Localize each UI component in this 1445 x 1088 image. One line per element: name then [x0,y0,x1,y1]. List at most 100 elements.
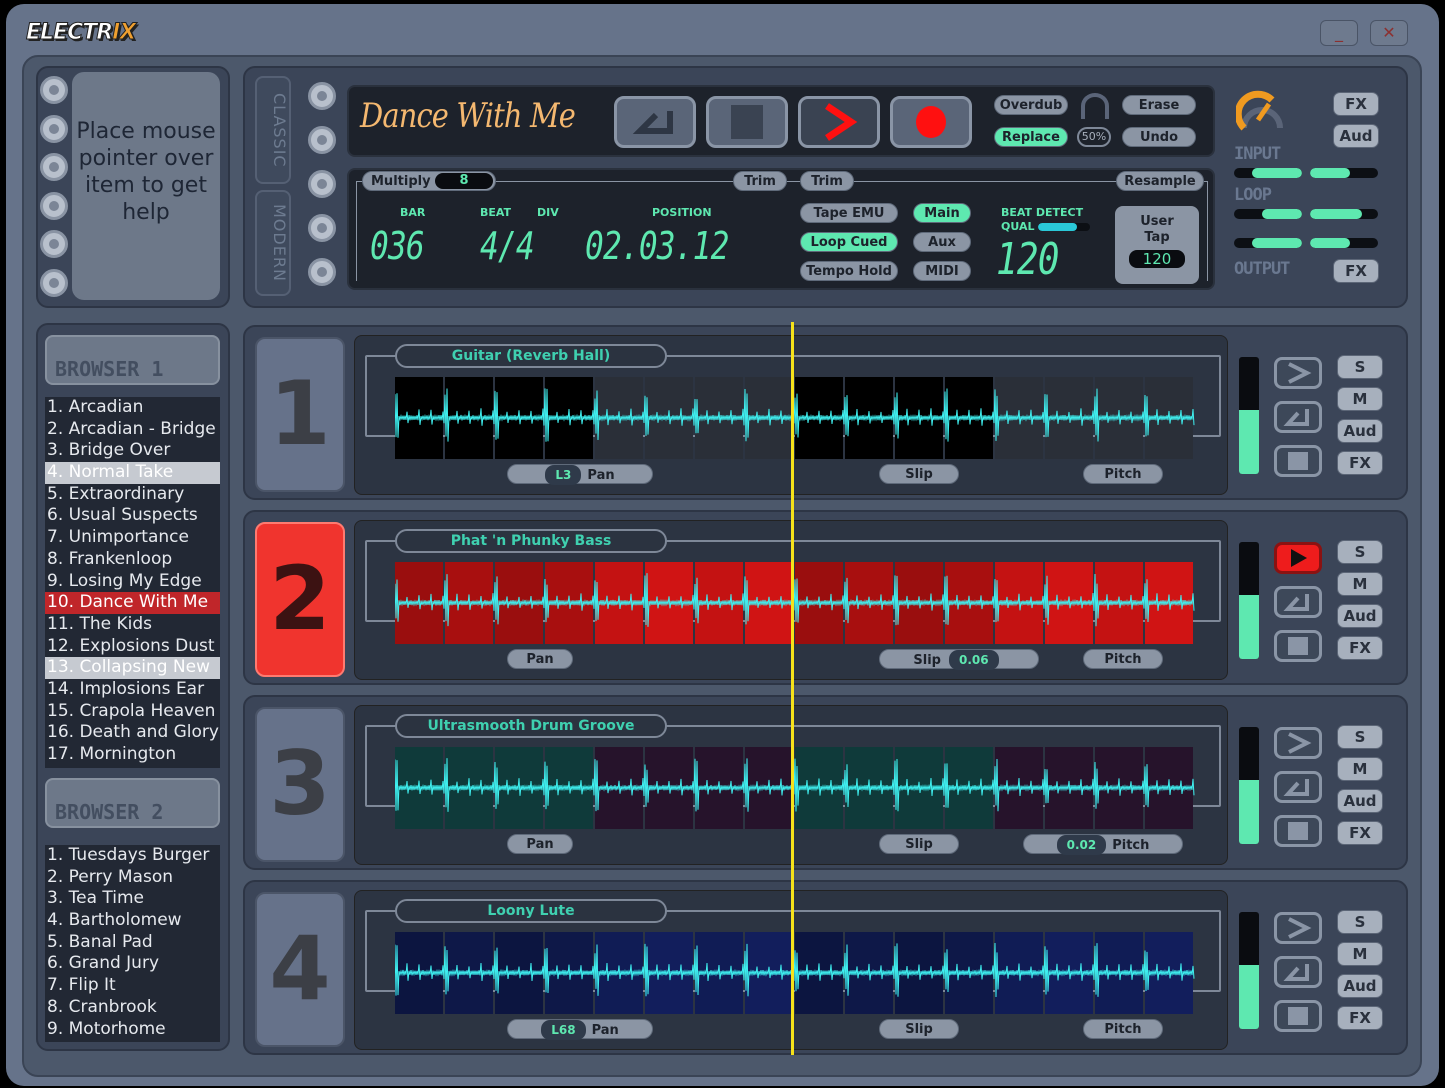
track-play-button[interactable] [1274,912,1322,944]
smiley-knob-icon[interactable] [40,268,68,297]
input-aud-button[interactable]: Aud [1333,124,1379,148]
loop-button[interactable] [614,96,696,148]
multiply-control[interactable]: Multiply 8 [362,171,496,191]
gear-knob-icon[interactable] [40,76,68,104]
smiley-knob-icon[interactable] [308,126,336,154]
browser2-item[interactable]: 7. Flip It [45,975,220,997]
track-solo-button[interactable]: S [1337,910,1383,934]
track-mute-button[interactable]: M [1337,387,1383,411]
track-loop-button[interactable] [1274,401,1322,433]
browser1-item[interactable]: 12. Explosions Dust [45,636,220,658]
track-aud-button[interactable]: Aud [1337,974,1383,998]
browser2-item[interactable]: 9. Motorhome [45,1019,220,1041]
pan-control[interactable]: Pan [507,649,573,669]
playhead[interactable] [791,322,794,1055]
pitch-control[interactable]: Pitch [1083,649,1163,669]
track-number-button[interactable]: 4 [255,892,345,1047]
gear-knob-icon[interactable] [40,153,68,181]
erase-button[interactable]: Erase [1122,95,1196,115]
waveform[interactable] [395,932,1195,1014]
browser1-item[interactable]: 4. Normal Take [45,462,220,484]
input-gain-knob[interactable] [1236,90,1288,134]
pitch-control[interactable]: Pitch [1083,1019,1163,1039]
slip-control[interactable]: Slip [879,1019,959,1039]
browser2-item[interactable]: 2. Perry Mason [45,867,220,889]
track-stop-button[interactable] [1274,1000,1322,1032]
tab-classic[interactable]: CLASSIC [255,76,291,184]
slip-control[interactable]: Slip 0.06 [879,649,1039,670]
track-name[interactable]: Loony Lute [395,899,667,923]
resample-button[interactable]: Resample [1116,171,1204,191]
track-solo-button[interactable]: S [1337,540,1383,564]
browser2-header[interactable]: BROWSER 2 [45,778,220,828]
track-fx-button[interactable]: FX [1337,821,1383,845]
track-fx-button[interactable]: FX [1337,636,1383,660]
gear-knob-icon[interactable] [308,258,336,286]
tab-modern[interactable]: MODERN [255,190,291,296]
browser1-item[interactable]: 9. Losing My Edge [45,571,220,593]
slip-control[interactable]: Slip [879,464,959,484]
track-name[interactable]: Guitar (Reverb Hall) [395,344,667,368]
browser1-item[interactable]: 1. Arcadian [45,397,220,419]
tape-emu-button[interactable]: Tape EMU [800,203,898,223]
main-button[interactable]: Main [913,203,971,223]
track-number-button[interactable]: 1 [255,337,345,492]
browser2-item[interactable]: 1. Tuesdays Burger [45,845,220,867]
stop-button[interactable] [706,96,788,148]
smiley-knob-icon[interactable] [40,191,68,220]
pan-control[interactable]: L3 Pan [507,464,653,485]
browser2-item[interactable]: 4. Bartholomew [45,910,220,932]
track-loop-button[interactable] [1274,586,1322,618]
trim-end-button[interactable]: Trim [800,171,854,191]
browser1-item[interactable]: 3. Bridge Over [45,440,220,462]
waveform[interactable] [395,562,1195,644]
track-solo-button[interactable]: S [1337,355,1383,379]
track-play-button[interactable] [1274,542,1322,574]
pitch-control[interactable]: Pitch [1083,464,1163,484]
browser1-item[interactable]: 6. Usual Suspects [45,505,220,527]
record-button[interactable] [890,96,972,148]
gear-knob-icon[interactable] [40,230,68,258]
track-mute-button[interactable]: M [1337,757,1383,781]
track-fx-button[interactable]: FX [1337,1006,1383,1030]
pan-control[interactable]: L68 Pan [507,1019,653,1040]
track-play-button[interactable] [1274,727,1322,759]
input-fx-button[interactable]: FX [1333,92,1379,116]
undo-button[interactable]: Undo [1122,127,1196,147]
waveform[interactable] [395,377,1195,459]
pan-control[interactable]: Pan [507,834,573,854]
browser2-item[interactable]: 3. Tea Time [45,888,220,910]
browser2-item[interactable]: 6. Grand Jury [45,953,220,975]
track-name[interactable]: Phat 'n Phunky Bass [395,529,667,553]
browser1-header[interactable]: BROWSER 1 [45,335,220,385]
output-fx-button[interactable]: FX [1333,259,1379,283]
browser2-item[interactable]: 8. Cranbrook [45,997,220,1019]
track-solo-button[interactable]: S [1337,725,1383,749]
track-stop-button[interactable] [1274,815,1322,847]
slip-control[interactable]: Slip [879,834,959,854]
smiley-knob-icon[interactable] [40,114,68,143]
gear-knob-icon[interactable] [308,82,336,110]
midi-button[interactable]: MIDI [913,261,971,281]
track-play-button[interactable] [1274,357,1322,389]
track-aud-button[interactable]: Aud [1337,419,1383,443]
mix-knob[interactable] [1081,93,1109,119]
trim-start-button[interactable]: Trim [733,171,787,191]
track-aud-button[interactable]: Aud [1337,789,1383,813]
track-mute-button[interactable]: M [1337,572,1383,596]
track-aud-button[interactable]: Aud [1337,604,1383,628]
track-number-button[interactable]: 3 [255,707,345,862]
loop-cued-button[interactable]: Loop Cued [800,232,898,252]
browser1-item[interactable]: 10. Dance With Me [45,592,220,614]
browser1-item[interactable]: 8. Frankenloop [45,549,220,571]
gear-knob-icon[interactable] [308,170,336,198]
aux-button[interactable]: Aux [913,232,971,252]
smiley-knob-icon[interactable] [308,214,336,242]
track-stop-button[interactable] [1274,445,1322,477]
browser1-item[interactable]: 7. Unimportance [45,527,220,549]
track-fx-button[interactable]: FX [1337,451,1383,475]
minimize-button[interactable]: _ [1320,20,1358,46]
browser1-item[interactable]: 11. The Kids [45,614,220,636]
overdub-button[interactable]: Overdub [994,95,1068,115]
track-number-button[interactable]: 2 [255,522,345,677]
